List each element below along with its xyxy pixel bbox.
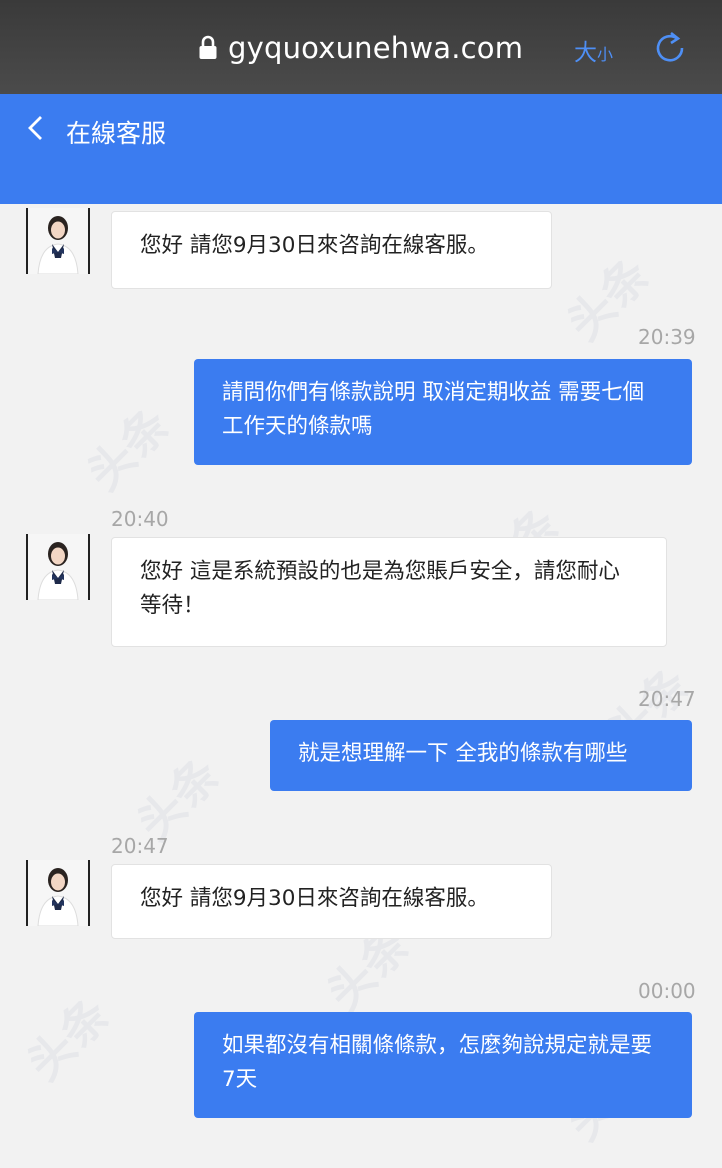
- message-user: 請問你們有條款說明 取消定期收益 需要七個工作天的條款嗎: [194, 359, 692, 465]
- lock-icon: [199, 35, 217, 59]
- message-time: 20:47: [111, 834, 169, 858]
- avatar: [26, 208, 90, 274]
- font-size-big-label: 大: [574, 40, 597, 66]
- message-user: 如果都沒有相關條條款，怎麼夠說規定就是要7天: [194, 1012, 692, 1118]
- font-size-small-label: 小: [597, 45, 614, 64]
- app-header: 在線客服: [0, 94, 722, 204]
- message-time: 20:40: [111, 507, 169, 531]
- message-user: 就是想理解一下 全我的條款有哪些: [270, 720, 692, 791]
- message-agent: 您好 這是系統預設的也是為您賬戶安全，請您耐心等待！: [111, 537, 667, 647]
- message-time: 00:00: [638, 979, 696, 1003]
- message-agent: 您好 請您9月30日來咨詢在線客服。: [111, 864, 552, 939]
- message-time: 20:39: [638, 325, 696, 349]
- message-agent: 您好 請您9月30日來咨詢在線客服。: [111, 211, 552, 289]
- page-title: 在線客服: [66, 119, 167, 148]
- browser-bar: gyquoxunehwa.com 大小: [0, 0, 722, 94]
- back-icon[interactable]: [24, 115, 48, 141]
- avatar: [26, 860, 90, 926]
- address-bar[interactable]: gyquoxunehwa.com: [198, 28, 523, 68]
- avatar: [26, 534, 90, 600]
- reload-icon[interactable]: [652, 30, 688, 66]
- message-time: 20:47: [638, 687, 696, 711]
- font-size-button[interactable]: 大小: [574, 33, 613, 67]
- url-text: gyquoxunehwa.com: [228, 31, 524, 65]
- chat-area[interactable]: 头条 头条 头条 头条 头条 头条 头条 头条 您好 請您9月30日來咨詢在線客…: [0, 204, 722, 1168]
